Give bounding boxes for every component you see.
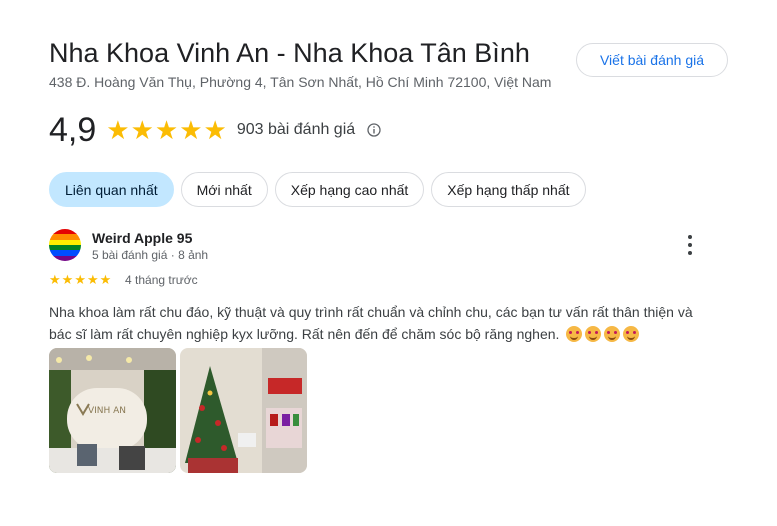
review-text-block: Nha khoa làm rất chu đáo, kỹ thuật và qu… — [49, 301, 709, 345]
star-icon: ★ — [61, 272, 74, 287]
star-icon: ★ — [106, 115, 130, 145]
info-icon[interactable] — [367, 123, 381, 137]
smiling-face-icon — [566, 326, 583, 342]
star-icon: ★ — [203, 115, 227, 145]
clinic-reception-photo[interactable]: VINH AN — [49, 348, 176, 473]
star-icon: ★ — [130, 115, 154, 145]
place-address: 438 Đ. Hoàng Văn Thụ, Phường 4, Tân Sơn … — [49, 74, 552, 90]
more-options-icon[interactable] — [683, 235, 697, 255]
review-date: 4 tháng trước — [125, 273, 198, 287]
sort-filters: Liên quan nhất Mới nhất Xếp hạng cao nhấ… — [49, 172, 586, 207]
average-rating: 4,9 — [49, 110, 97, 149]
avatar[interactable] — [49, 229, 81, 261]
christmas-tree-photo[interactable] — [180, 348, 307, 473]
reviewer-name[interactable]: Weird Apple 95 — [92, 230, 192, 246]
rating-stars: ★ ★ ★ ★ ★ — [106, 117, 227, 143]
filter-highest-rating[interactable]: Xếp hạng cao nhất — [274, 172, 425, 207]
review-stars: ★ ★ ★ ★ ★ — [49, 273, 112, 287]
filter-most-relevant[interactable]: Liên quan nhất — [49, 172, 174, 207]
star-icon: ★ — [49, 272, 61, 287]
clinic-logo-text: VINH AN — [88, 406, 126, 416]
reviewer-meta: 5 bài đánh giá · 8 ảnh — [92, 248, 209, 262]
rating-summary: 4,9 ★ ★ ★ ★ ★ 903 bài đánh giá — [49, 110, 381, 150]
smiling-face-icon — [623, 326, 640, 342]
smiling-face-icon — [585, 326, 602, 342]
star-icon: ★ — [179, 115, 203, 145]
review-photos: VINH AN — [49, 348, 307, 473]
star-icon: ★ — [74, 272, 86, 287]
star-icon: ★ — [99, 272, 112, 287]
review-count: 903 bài đánh giá — [236, 121, 356, 138]
place-title: Nha Khoa Vinh An - Nha Khoa Tân Bình — [49, 38, 530, 68]
write-review-button[interactable]: Viết bài đánh giá — [576, 43, 728, 77]
star-icon: ★ — [86, 272, 99, 287]
filter-newest[interactable]: Mới nhất — [180, 172, 268, 207]
smiling-face-icon — [604, 326, 621, 342]
star-icon: ★ — [154, 115, 179, 145]
filter-lowest-rating[interactable]: Xếp hạng thấp nhất — [431, 172, 586, 207]
